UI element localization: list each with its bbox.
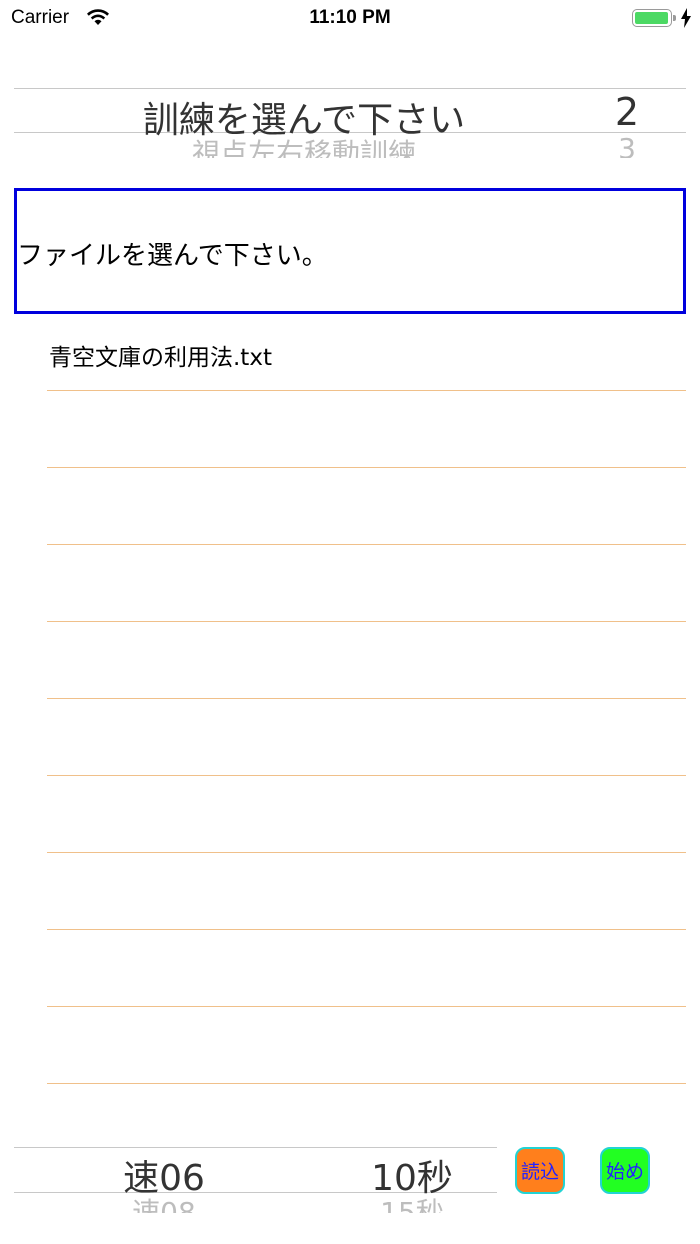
training-picker[interactable]: 訓練を選んで下さい 視点左右移動訓練 2 3 <box>14 88 686 158</box>
file-list-item[interactable] <box>47 853 686 930</box>
speed-time-picker[interactable]: 速06 速08 10秒 15秒 <box>14 1147 497 1213</box>
load-button[interactable]: 読込 <box>515 1147 565 1194</box>
file-list-item[interactable] <box>47 930 686 1007</box>
speed-picker-next[interactable]: 速08 <box>74 1191 254 1213</box>
file-list[interactable]: 青空文庫の利用法.txt <box>47 314 686 1084</box>
status-time: 11:10 PM <box>309 7 391 28</box>
file-list-item[interactable] <box>47 1007 686 1084</box>
file-name: 青空文庫の利用法.txt <box>49 345 272 371</box>
start-button[interactable]: 始め <box>600 1147 650 1194</box>
file-list-item[interactable] <box>47 699 686 776</box>
training-number-selected[interactable]: 2 <box>594 90 660 134</box>
file-list-item[interactable] <box>47 545 686 622</box>
battery-icon <box>632 9 676 27</box>
charging-bolt-icon <box>681 8 691 32</box>
file-prompt-label: ファイルを選んで下さい。 <box>17 241 328 271</box>
file-list-item[interactable] <box>47 468 686 545</box>
seconds-picker-next[interactable]: 15秒 <box>322 1191 497 1213</box>
status-bar: Carrier 11:10 PM <box>0 0 700 40</box>
file-list-item[interactable] <box>47 391 686 468</box>
file-list-item[interactable] <box>47 622 686 699</box>
file-prompt-box: ファイルを選んで下さい。 <box>14 188 686 314</box>
file-list-item[interactable] <box>47 776 686 853</box>
file-list-item[interactable]: 青空文庫の利用法.txt <box>47 314 686 391</box>
training-picker-next[interactable]: 視点左右移動訓練 <box>14 132 594 158</box>
training-number-next[interactable]: 3 <box>594 132 660 158</box>
